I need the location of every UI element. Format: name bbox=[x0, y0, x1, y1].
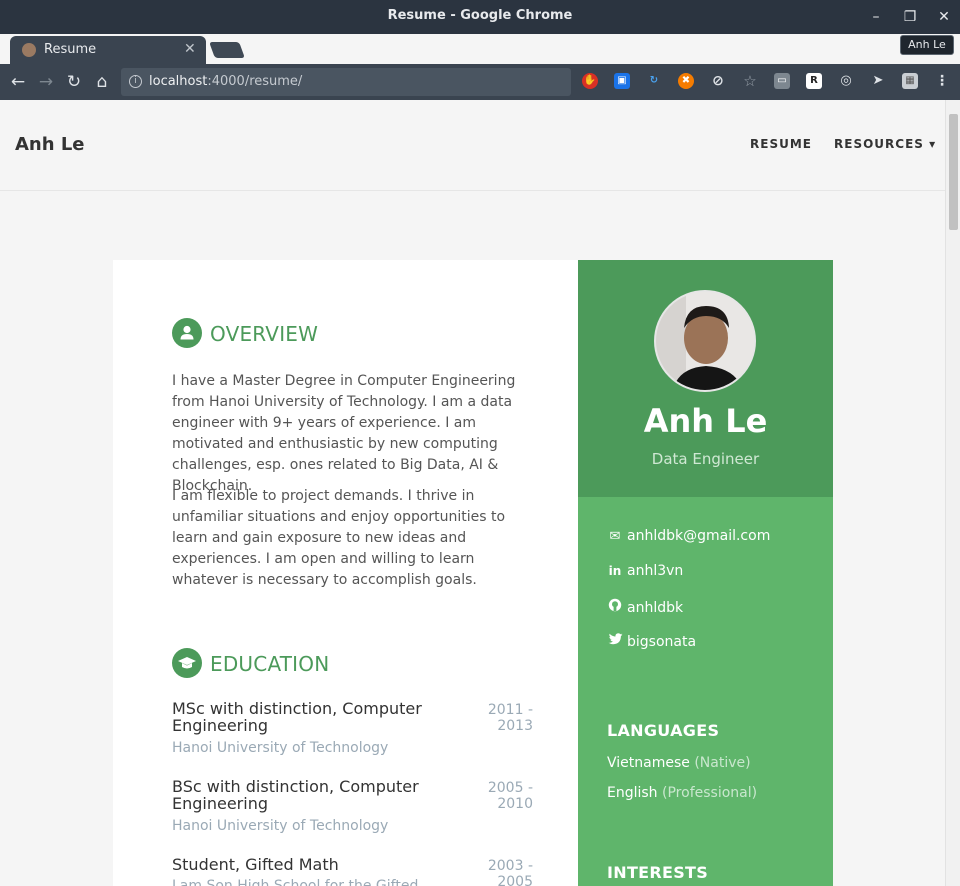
address-bar[interactable]: i localhost:4000/resume/ bbox=[121, 68, 571, 96]
extension-sync-icon[interactable]: ↻ bbox=[646, 73, 662, 89]
overview-paragraph-1: I have a Master Degree in Computer Engin… bbox=[172, 373, 516, 494]
graduation-cap-icon bbox=[172, 648, 202, 678]
page-scrollbar[interactable] bbox=[945, 100, 960, 886]
linkedin-icon: in bbox=[608, 564, 622, 578]
education-degree: MSc with distinction, Computer Engineeri… bbox=[172, 699, 422, 735]
education-school: Lam Son High School for the Gifted bbox=[172, 878, 419, 886]
home-icon[interactable]: ⌂ bbox=[90, 70, 114, 94]
extension-circle-icon[interactable]: ⊘ bbox=[710, 73, 726, 89]
extension-stop-icon[interactable]: ✋ bbox=[582, 73, 598, 89]
education-years: 2003 - 2005 bbox=[487, 858, 533, 886]
extension-window-icon[interactable]: ▣ bbox=[614, 73, 630, 89]
tab-favicon-icon bbox=[22, 43, 36, 57]
close-window-icon[interactable]: ✕ bbox=[934, 7, 954, 27]
reload-icon[interactable]: ↻ bbox=[62, 70, 86, 94]
address-url: localhost:4000/resume/ bbox=[149, 74, 303, 89]
site-header: Anh Le RESUME RESOURCES ▾ bbox=[0, 100, 945, 191]
new-tab-button[interactable] bbox=[209, 42, 245, 58]
extension-orange-icon[interactable]: ✖ bbox=[678, 73, 694, 89]
contact-linkedin[interactable]: in anhl3vn bbox=[607, 563, 684, 579]
languages-title: LANGUAGES bbox=[607, 721, 720, 740]
github-icon bbox=[607, 598, 623, 616]
bookmark-star-icon[interactable]: ☆ bbox=[742, 73, 758, 89]
resume-main-column: OVERVIEW I have a Master Degree in Compu… bbox=[113, 260, 578, 886]
profile-name: Anh Le bbox=[643, 402, 768, 440]
avatar bbox=[654, 290, 756, 392]
contact-twitter[interactable]: bigsonata bbox=[607, 633, 696, 650]
extension-bulb-icon[interactable]: ◎ bbox=[838, 73, 854, 89]
chrome-menu-icon[interactable]: ⋮ bbox=[934, 73, 950, 89]
contact-email[interactable]: ✉ anhldbk@gmail.com bbox=[607, 528, 771, 544]
nav-resources[interactable]: RESOURCES ▾ bbox=[834, 137, 936, 151]
tab-close-icon[interactable]: ✕ bbox=[184, 41, 196, 57]
resume-sidebar: Anh Le Data Engineer ✉ anhldbk@gmail.com … bbox=[578, 260, 833, 886]
contact-github[interactable]: anhldbk bbox=[607, 598, 683, 616]
info-icon[interactable]: i bbox=[129, 75, 142, 88]
extension-gray-icon[interactable]: ▭ bbox=[774, 73, 790, 89]
education-years: 2011 - 2013 bbox=[487, 702, 533, 734]
envelope-icon: ✉ bbox=[609, 529, 621, 544]
language-item: English (Professional) bbox=[607, 785, 758, 801]
interests-title: INTERESTS bbox=[607, 863, 709, 882]
minimize-icon[interactable]: – bbox=[866, 7, 886, 27]
education-degree: BSc with distinction, Computer Engineeri… bbox=[172, 777, 419, 813]
education-school: Hanoi University of Technology bbox=[172, 818, 389, 834]
window-titlebar: Resume - Google Chrome – ❐ ✕ bbox=[0, 0, 960, 34]
profile-tagline: Data Engineer bbox=[651, 450, 760, 468]
scrollbar-thumb[interactable] bbox=[949, 114, 958, 230]
extension-grid-icon[interactable]: ▦ bbox=[902, 73, 918, 89]
education-degree: Student, Gifted Math bbox=[172, 855, 339, 874]
window-title: Resume - Google Chrome bbox=[387, 8, 573, 23]
nav-resume[interactable]: RESUME bbox=[750, 137, 812, 151]
extension-r-icon[interactable]: R bbox=[806, 73, 822, 89]
maximize-icon[interactable]: ❐ bbox=[900, 7, 920, 27]
education-school: Hanoi University of Technology bbox=[172, 740, 389, 756]
extension-cursor-icon[interactable]: ➤ bbox=[870, 73, 886, 89]
education-years: 2005 - 2010 bbox=[487, 780, 533, 812]
twitter-icon bbox=[607, 633, 623, 650]
education-title: EDUCATION bbox=[210, 652, 330, 676]
user-icon bbox=[172, 318, 202, 348]
overview-paragraph-2: I am flexible to project demands. I thri… bbox=[172, 488, 506, 588]
profile-button[interactable]: Anh Le bbox=[900, 35, 954, 55]
browser-tab[interactable]: Resume ✕ bbox=[10, 36, 206, 66]
browser-toolbar: ← → ↻ ⌂ i localhost:4000/resume/ ✋ ▣ ↻ ✖… bbox=[0, 64, 960, 100]
site-brand[interactable]: Anh Le bbox=[15, 134, 85, 155]
overview-title: OVERVIEW bbox=[210, 322, 319, 346]
language-item: Vietnamese (Native) bbox=[607, 755, 751, 771]
back-icon[interactable]: ← bbox=[6, 70, 30, 94]
profile-header: Anh Le Data Engineer bbox=[578, 260, 833, 497]
tab-title: Resume bbox=[44, 42, 97, 57]
forward-icon[interactable]: → bbox=[34, 70, 58, 94]
